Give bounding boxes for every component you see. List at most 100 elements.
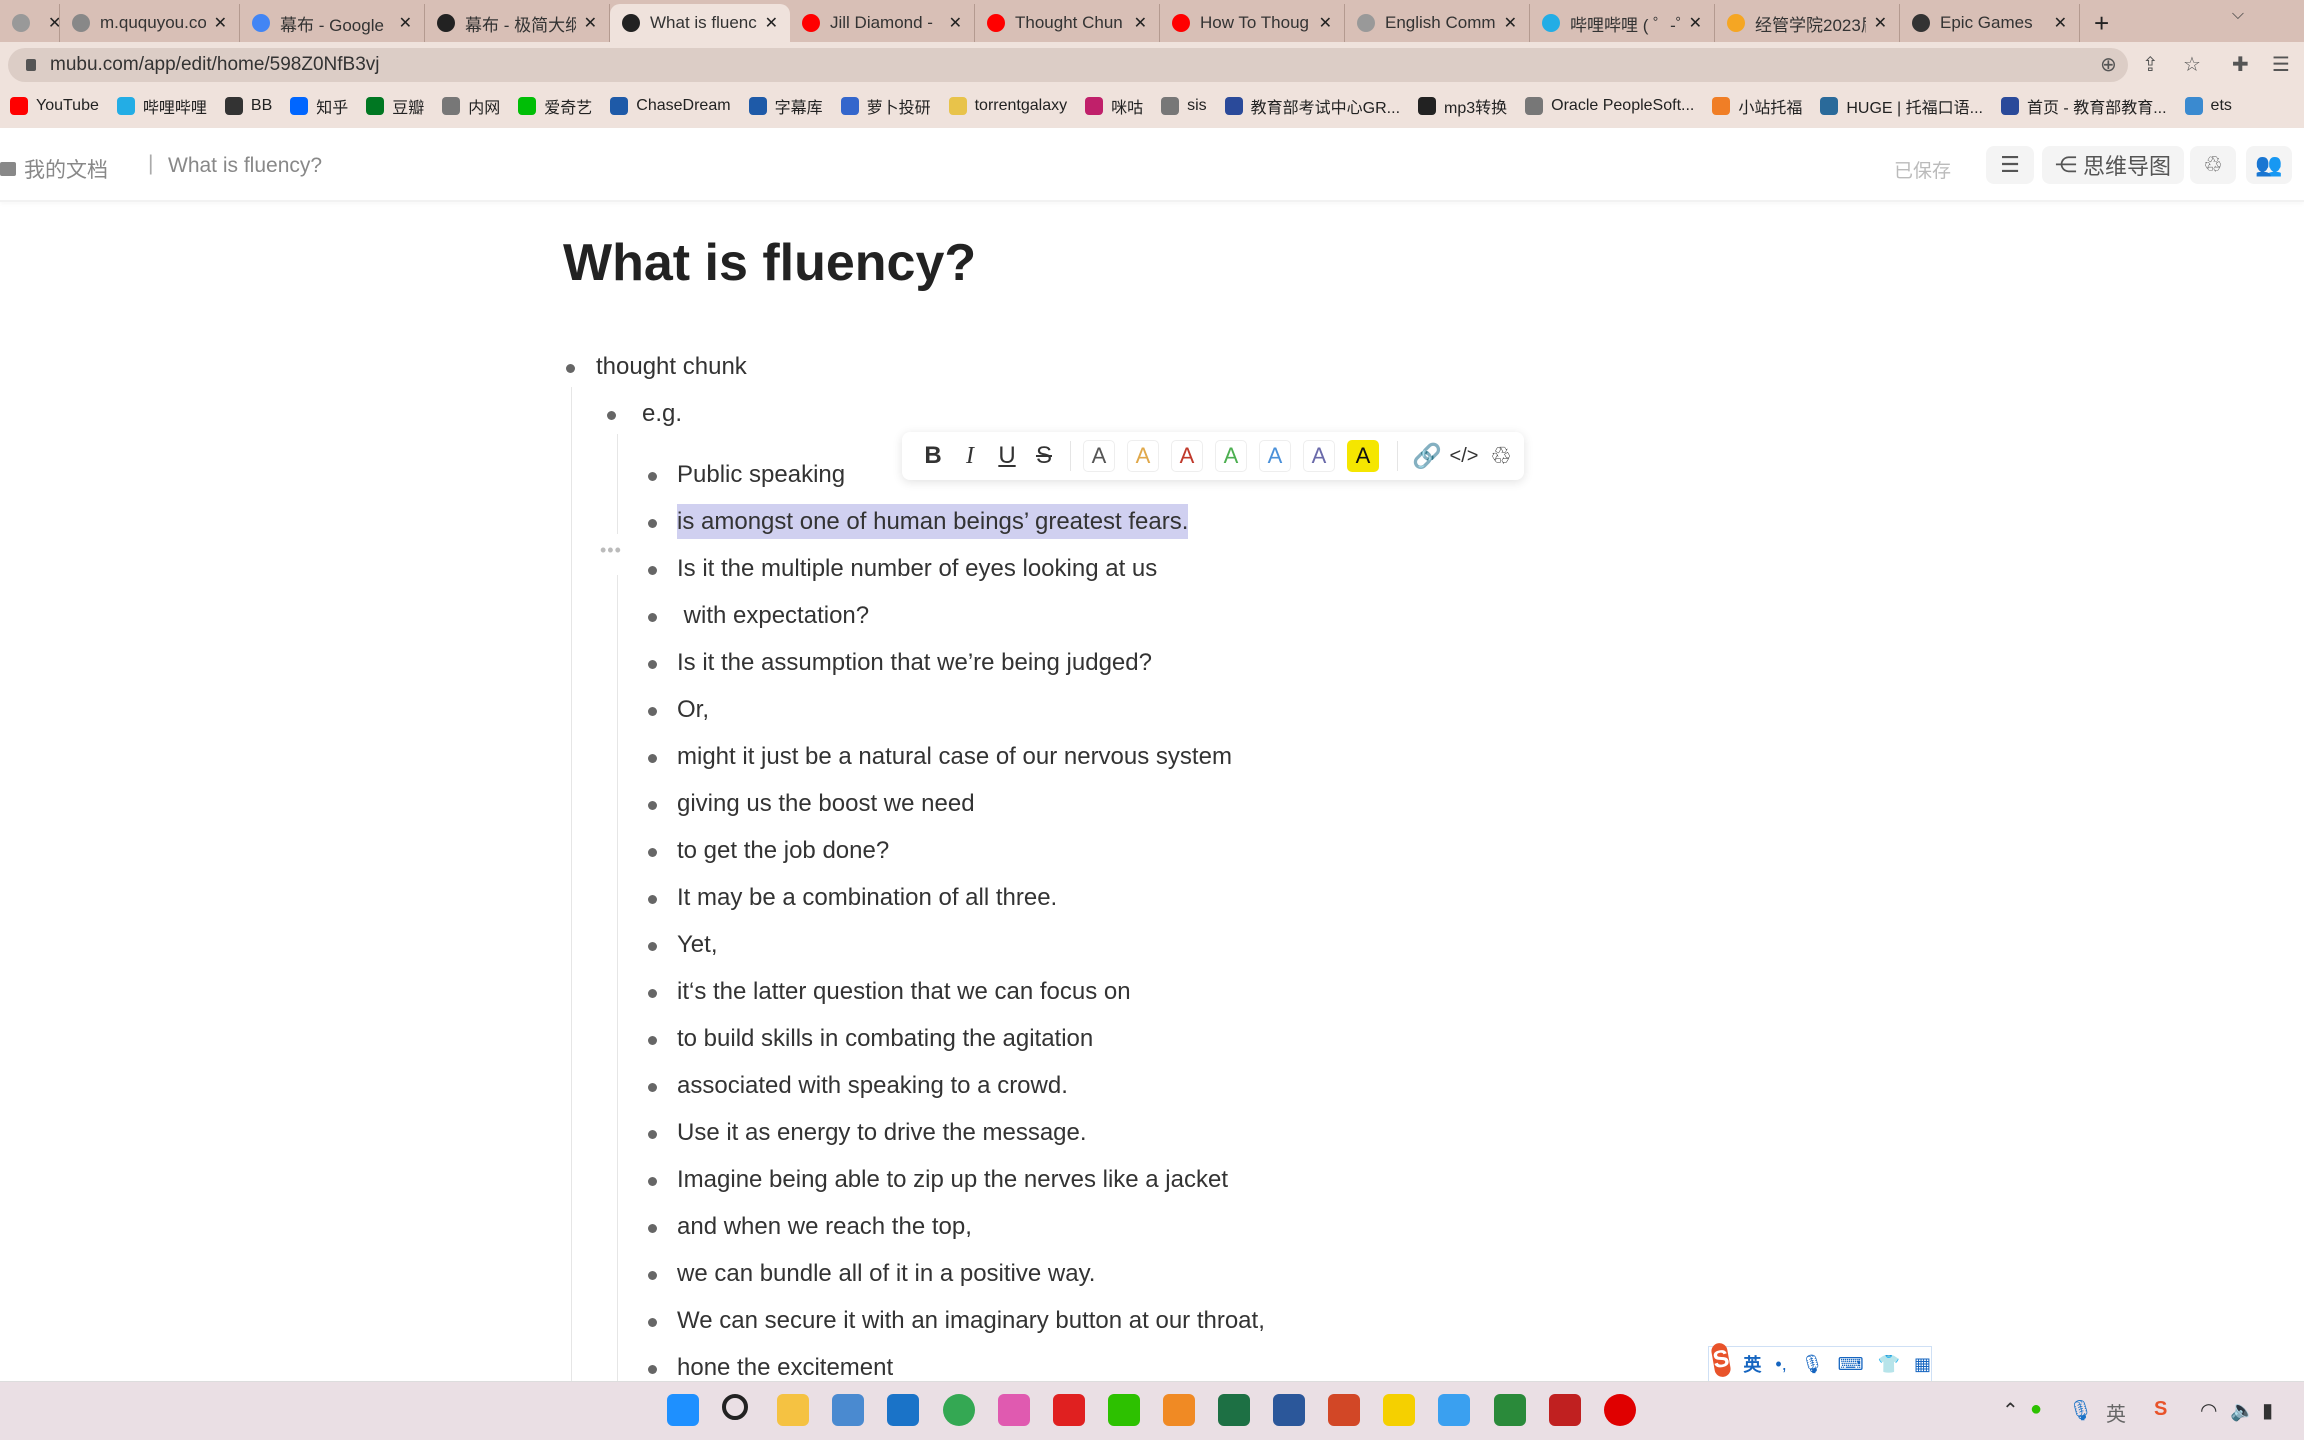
underline-button[interactable]: U (990, 439, 1024, 473)
bullet[interactable] (648, 989, 657, 998)
bookmark-item[interactable]: 小站托福 (1712, 94, 1802, 118)
wifi-icon[interactable]: ◠ (2200, 1398, 2217, 1423)
search-icon[interactable] (722, 1394, 749, 1420)
bookmark-item[interactable]: 内网 (442, 94, 500, 118)
microphone-icon[interactable]: 🎙 (1801, 1354, 1824, 1375)
powerpoint-icon[interactable] (1328, 1394, 1361, 1426)
close-icon[interactable]: ✕ (1689, 13, 1702, 33)
strikethrough-button[interactable]: S (1027, 439, 1061, 473)
zoom-icon[interactable]: ⊕ (2100, 52, 2117, 77)
bookmark-item[interactable]: mp3转换 (1418, 94, 1507, 118)
share-icon[interactable]: ⇪ (2142, 52, 2159, 77)
text-color-button[interactable]: A (1171, 440, 1203, 472)
close-icon[interactable]: ✕ (765, 13, 778, 33)
code-icon[interactable]: </> (1447, 439, 1481, 473)
skin-shirt-icon[interactable]: 👕 (1878, 1354, 1900, 1375)
keyboard-icon[interactable]: ⌨ (1838, 1354, 1864, 1375)
tab-10[interactable]: 经管学院2023届 ✕ (1715, 4, 1900, 42)
bullet[interactable] (566, 364, 575, 373)
outline-item[interactable]: is amongst one of human beings’ greatest… (677, 504, 1189, 539)
player-icon[interactable] (1383, 1394, 1416, 1426)
bullet[interactable] (648, 1318, 657, 1327)
tab-9[interactable]: 哔哩哔哩 ( ゜-゜ ✕ (1530, 4, 1715, 42)
bullet[interactable] (648, 895, 657, 904)
extensions-icon[interactable]: ✚ (2232, 52, 2249, 77)
nodes-icon[interactable]: ♲ (1484, 439, 1518, 473)
bullet[interactable] (648, 707, 657, 716)
bullet[interactable] (648, 1036, 657, 1045)
itunes-icon[interactable] (997, 1394, 1030, 1426)
outline-item[interactable]: might it just be a natural case of our n… (677, 743, 1232, 771)
tab-2[interactable]: 幕布 - Google ✕ (240, 4, 425, 42)
outline-item[interactable]: hone the excitement (677, 1354, 893, 1381)
bookmark-item[interactable]: HUGE | 托福口语... (1820, 94, 1983, 118)
bookmark-item[interactable]: 字幕库 (748, 94, 823, 118)
close-icon[interactable]: ✕ (1134, 13, 1147, 33)
bookmark-item[interactable]: Oracle PeopleSoft... (1525, 97, 1694, 115)
tray-chevron-up-icon[interactable]: ⌃ (2002, 1398, 2019, 1423)
highlight-color-button[interactable]: A (1347, 440, 1379, 472)
close-icon[interactable]: ✕ (2054, 13, 2067, 33)
text-color-button[interactable]: A (1303, 440, 1335, 472)
netease-music-icon[interactable] (1052, 1394, 1085, 1426)
bookmark-item[interactable]: 爱奇艺 (518, 94, 592, 118)
mail-icon[interactable] (887, 1394, 920, 1426)
bookmark-item[interactable]: 萝卜投研 (840, 94, 931, 118)
text-color-button[interactable]: A (1083, 440, 1115, 472)
outline-item[interactable]: and when we reach the top, (677, 1213, 972, 1241)
bullet[interactable] (648, 660, 657, 669)
bookmark-item[interactable]: 首页 - 教育部教育... (2000, 94, 2167, 118)
tab-0[interactable]: 不双人✕ (0, 4, 60, 42)
close-icon[interactable]: ✕ (1319, 13, 1332, 33)
bookmark-item[interactable]: 知乎 (290, 94, 348, 118)
bullet[interactable] (607, 411, 616, 420)
url-input[interactable]: mubu.com/app/edit/home/598Z0NfB3vj (8, 48, 2128, 82)
pdf-icon[interactable] (1162, 1394, 1195, 1426)
tab-5[interactable]: Jill Diamond - ✕ (790, 4, 975, 42)
document-title[interactable]: What is fluency? (563, 233, 976, 293)
file-explorer-icon[interactable] (777, 1394, 810, 1426)
close-icon[interactable]: ✕ (1504, 13, 1517, 33)
bullet[interactable] (648, 519, 657, 528)
outline-item[interactable]: we can bundle all of it in a positive wa… (677, 1260, 1095, 1288)
collaborators-button[interactable]: 👥 (2246, 146, 2292, 184)
tab-4[interactable]: What is fluenc ✕ (610, 4, 790, 42)
excel-icon[interactable] (1218, 1394, 1250, 1426)
bullet[interactable] (648, 801, 657, 810)
wechat-icon[interactable] (1107, 1394, 1140, 1426)
bullet[interactable] (648, 942, 657, 951)
outline-item[interactable]: it‘s the latter question that we can foc… (677, 978, 1131, 1006)
bullet[interactable] (648, 754, 657, 763)
panda-app-icon[interactable] (1493, 1394, 1526, 1426)
volume-icon[interactable]: 🔈 (2230, 1398, 2255, 1423)
bookmark-star-icon[interactable]: ☆ (2183, 52, 2201, 77)
outline-item[interactable]: Yet, (677, 931, 718, 959)
outline-item[interactable]: Public speaking (677, 461, 845, 489)
bookmark-item[interactable]: 哔哩哔哩 (116, 94, 207, 118)
italic-button[interactable]: I (953, 439, 987, 473)
bullet[interactable] (648, 1083, 657, 1092)
bullet[interactable] (648, 1271, 657, 1280)
battery-icon[interactable]: ▮ (2262, 1398, 2273, 1423)
close-icon[interactable]: ✕ (1874, 13, 1887, 33)
more-handle-icon[interactable]: ••• (600, 540, 622, 561)
bookmark-item[interactable]: sis (1161, 97, 1207, 115)
reading-list-icon[interactable]: ☰ (2272, 52, 2290, 77)
bullet[interactable] (648, 1365, 657, 1374)
close-icon[interactable]: ✕ (399, 13, 412, 33)
bold-button[interactable]: B (916, 439, 950, 473)
new-tab-button[interactable]: + (2094, 4, 2109, 42)
outline-item[interactable]: e.g. (642, 400, 682, 428)
word-icon[interactable] (1273, 1394, 1306, 1426)
bookmark-item[interactable]: YouTube (10, 97, 99, 115)
breadcrumb-root[interactable]: 我的文档 (0, 154, 108, 184)
bullet[interactable] (648, 472, 657, 481)
tray-sogou-icon[interactable]: S (2154, 1398, 2167, 1421)
outline-item[interactable]: thought chunk (596, 353, 747, 381)
text-color-button[interactable]: A (1215, 440, 1247, 472)
ime-language-toggle[interactable]: 英 (1743, 1351, 1761, 1377)
link-icon[interactable]: 🔗 (1410, 439, 1444, 473)
bullet[interactable] (648, 1130, 657, 1139)
close-icon[interactable]: ✕ (48, 13, 59, 33)
mindmap-button[interactable]: ⋲ 思维导图 (2042, 146, 2184, 184)
